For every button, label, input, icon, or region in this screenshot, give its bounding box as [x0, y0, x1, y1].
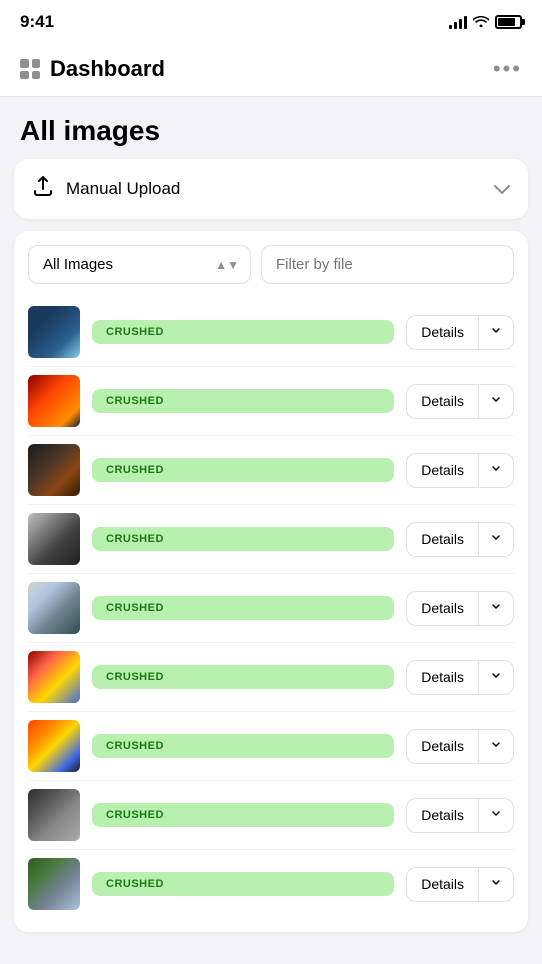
- upload-section[interactable]: Manual Upload: [14, 159, 528, 219]
- list-section: All Images ▲▼ CRUSHED Details CRUSHED De…: [14, 231, 528, 932]
- image-thumbnail: [28, 306, 80, 358]
- signal-icon: [449, 15, 467, 29]
- details-button[interactable]: Details: [407, 523, 479, 556]
- filter-search-input[interactable]: [261, 245, 514, 284]
- dropdown-button[interactable]: [479, 592, 513, 625]
- images-filter-wrapper[interactable]: All Images ▲▼: [28, 245, 251, 284]
- dropdown-button[interactable]: [479, 523, 513, 556]
- upload-icon: [32, 175, 54, 203]
- image-thumbnail: [28, 651, 80, 703]
- action-group: Details: [406, 453, 514, 488]
- dropdown-button[interactable]: [479, 316, 513, 349]
- status-icons: [449, 14, 522, 30]
- action-group: Details: [406, 798, 514, 833]
- image-row: CRUSHED Details: [28, 574, 514, 643]
- action-group: Details: [406, 867, 514, 902]
- dropdown-button[interactable]: [479, 799, 513, 832]
- dropdown-button[interactable]: [479, 868, 513, 901]
- dashboard-grid-icon: [20, 59, 40, 79]
- crushed-badge: CRUSHED: [92, 320, 394, 344]
- page-title-section: All images: [0, 97, 542, 159]
- dropdown-button[interactable]: [479, 661, 513, 694]
- details-button[interactable]: Details: [407, 316, 479, 349]
- details-button[interactable]: Details: [407, 454, 479, 487]
- crushed-badge: CRUSHED: [92, 872, 394, 896]
- crushed-badge: CRUSHED: [92, 389, 394, 413]
- action-group: Details: [406, 522, 514, 557]
- details-button[interactable]: Details: [407, 385, 479, 418]
- image-row: CRUSHED Details: [28, 850, 514, 918]
- crushed-badge: CRUSHED: [92, 458, 394, 482]
- upload-label: Manual Upload: [66, 179, 180, 199]
- crushed-badge: CRUSHED: [92, 734, 394, 758]
- images-filter-select[interactable]: All Images: [28, 245, 251, 284]
- header-left: Dashboard: [20, 56, 165, 82]
- crushed-badge: CRUSHED: [92, 596, 394, 620]
- details-button[interactable]: Details: [407, 730, 479, 763]
- image-thumbnail: [28, 375, 80, 427]
- image-thumbnail: [28, 513, 80, 565]
- image-row: CRUSHED Details: [28, 781, 514, 850]
- crushed-badge: CRUSHED: [92, 527, 394, 551]
- image-row: CRUSHED Details: [28, 505, 514, 574]
- dropdown-button[interactable]: [479, 385, 513, 418]
- dropdown-button[interactable]: [479, 730, 513, 763]
- image-thumbnail: [28, 582, 80, 634]
- image-thumbnail: [28, 858, 80, 910]
- action-group: Details: [406, 384, 514, 419]
- action-group: Details: [406, 729, 514, 764]
- header-title: Dashboard: [50, 56, 165, 82]
- header: Dashboard •••: [0, 44, 542, 97]
- details-button[interactable]: Details: [407, 661, 479, 694]
- page-title: All images: [20, 115, 522, 147]
- image-list: CRUSHED Details CRUSHED Details: [28, 298, 514, 918]
- image-thumbnail: [28, 720, 80, 772]
- action-group: Details: [406, 660, 514, 695]
- crushed-badge: CRUSHED: [92, 803, 394, 827]
- dropdown-button[interactable]: [479, 454, 513, 487]
- details-button[interactable]: Details: [407, 592, 479, 625]
- image-row: CRUSHED Details: [28, 367, 514, 436]
- upload-chevron-icon: [494, 179, 510, 200]
- crushed-badge: CRUSHED: [92, 665, 394, 689]
- image-thumbnail: [28, 789, 80, 841]
- details-button[interactable]: Details: [407, 868, 479, 901]
- image-row: CRUSHED Details: [28, 298, 514, 367]
- image-row: CRUSHED Details: [28, 712, 514, 781]
- status-bar: 9:41: [0, 0, 542, 44]
- action-group: Details: [406, 315, 514, 350]
- upload-left: Manual Upload: [32, 175, 180, 203]
- more-options-button[interactable]: •••: [493, 58, 522, 80]
- image-row: CRUSHED Details: [28, 643, 514, 712]
- image-thumbnail: [28, 444, 80, 496]
- image-row: CRUSHED Details: [28, 436, 514, 505]
- filter-row: All Images ▲▼: [28, 245, 514, 284]
- details-button[interactable]: Details: [407, 799, 479, 832]
- action-group: Details: [406, 591, 514, 626]
- wifi-icon: [473, 14, 489, 30]
- battery-icon: [495, 15, 522, 29]
- status-time: 9:41: [20, 12, 54, 32]
